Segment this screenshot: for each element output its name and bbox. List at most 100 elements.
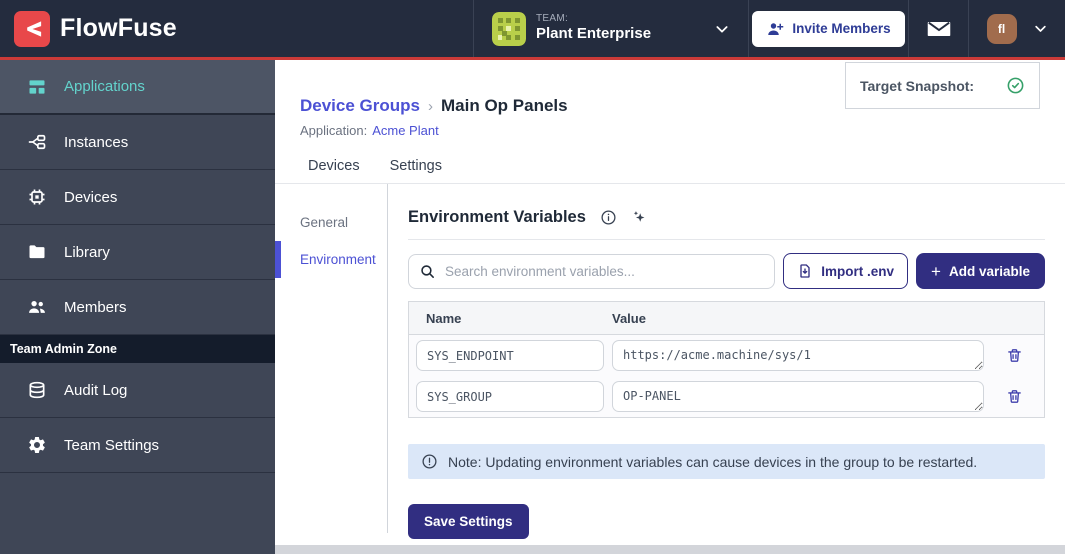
restart-note-text: Note: Updating environment variables can… <box>448 453 978 470</box>
environment-panel: Environment Variables Search environment… <box>388 184 1065 539</box>
sidebar-item-label: Applications <box>64 78 145 95</box>
restart-note-banner: Note: Updating environment variables can… <box>408 444 1045 479</box>
table-header-row: Name Value <box>409 302 1044 335</box>
brand-name: FlowFuse <box>60 14 177 42</box>
settings-subnav: General Environment <box>275 184 388 533</box>
team-label: TEAM: <box>536 12 569 24</box>
sidebar-item-instances[interactable]: Instances <box>0 115 275 170</box>
column-header-value: Value <box>612 310 646 326</box>
chevron-down-icon <box>714 21 730 37</box>
sidebar-item-devices[interactable]: Devices <box>0 170 275 225</box>
sidebar-item-applications[interactable]: Applications <box>0 60 275 115</box>
add-variable-button[interactable]: + Add variable <box>916 253 1045 289</box>
var-value-input[interactable]: https://acme.machine/sys/1 <box>612 340 984 371</box>
folder-icon <box>26 241 48 263</box>
database-icon <box>26 379 48 401</box>
table-row: https://acme.machine/sys/1 <box>409 335 1044 376</box>
section-title: Environment Variables <box>408 208 586 226</box>
team-switcher[interactable]: TEAM: Plant Enterprise <box>473 0 748 57</box>
flowfuse-logo-icon <box>14 10 50 47</box>
table-row: OP-PANEL <box>409 376 1044 417</box>
page-header: Device Groups › Main Op Panels Applicati… <box>275 60 1065 138</box>
var-name-input[interactable] <box>416 340 604 371</box>
top-header: FlowFuse TEAM: Plant Enterprise Invite M… <box>0 0 1065 60</box>
breadcrumb-device-groups-link[interactable]: Device Groups <box>300 96 420 116</box>
add-variable-label: Add variable <box>948 263 1030 279</box>
header-spacer <box>275 0 473 57</box>
exclamation-circle-icon <box>421 453 438 470</box>
team-name: Plant Enterprise <box>536 25 652 43</box>
column-header-name: Name <box>426 310 462 326</box>
search-input[interactable] <box>445 263 765 279</box>
sidebar-item-audit-log[interactable]: Audit Log <box>0 363 275 418</box>
subnav-general-label: General <box>300 215 349 230</box>
sidebar-item-label: Devices <box>64 188 118 206</box>
gear-icon <box>26 434 48 456</box>
search-icon <box>419 263 436 280</box>
subnav-item-environment[interactable]: Environment <box>275 241 387 278</box>
info-icon[interactable] <box>600 209 617 226</box>
breadcrumb-separator: › <box>428 97 433 115</box>
import-env-label: Import .env <box>821 263 895 279</box>
import-env-button[interactable]: Import .env <box>783 253 909 289</box>
target-snapshot-label: Target Snapshot: <box>860 77 975 94</box>
team-text: TEAM: Plant Enterprise <box>536 13 704 44</box>
application-line: Application: Acme Plant <box>300 123 1040 138</box>
sidebar-nav: Applications Instances Devices Library M… <box>0 60 275 554</box>
invite-section: Invite Members <box>748 0 908 57</box>
save-settings-button[interactable]: Save Settings <box>408 504 529 539</box>
trash-icon <box>1006 388 1023 405</box>
user-menu[interactable]: fl <box>968 0 1065 57</box>
team-avatar-icon <box>492 11 526 46</box>
tab-settings[interactable]: Settings <box>390 158 442 183</box>
tab-bar: Devices Settings <box>275 138 1065 184</box>
envelope-icon <box>926 16 952 42</box>
row-action-cell <box>984 347 1044 364</box>
settings-body: General Environment Environment Variable… <box>275 184 1065 539</box>
plus-icon: + <box>931 261 941 281</box>
applications-icon <box>26 76 48 98</box>
horizontal-scrollbar[interactable] <box>275 545 1065 554</box>
invite-members-button[interactable]: Invite Members <box>752 10 905 47</box>
sidebar-item-label: Team Settings <box>64 436 160 454</box>
sparkles-icon[interactable] <box>631 209 648 226</box>
chevron-down-icon <box>1033 21 1048 36</box>
notifications-button[interactable] <box>908 0 968 57</box>
env-variables-table: Name Value https://acme.machine/sys/1 <box>408 301 1045 418</box>
delete-variable-button[interactable] <box>1006 388 1023 405</box>
delete-variable-button[interactable] <box>1006 347 1023 364</box>
sidebar-item-members[interactable]: Members <box>0 280 275 335</box>
application-link[interactable]: Acme Plant <box>372 123 438 138</box>
subnav-environment-label: Environment <box>300 252 376 267</box>
invite-members-label: Invite Members <box>792 21 891 36</box>
var-name-input[interactable] <box>416 381 604 412</box>
page-title: Main Op Panels <box>441 96 568 115</box>
sidebar-item-team-settings[interactable]: Team Settings <box>0 418 275 473</box>
instances-icon <box>26 131 48 153</box>
sidebar-item-label: Audit Log <box>64 381 128 399</box>
target-snapshot-box: Target Snapshot: <box>845 62 1040 109</box>
person-plus-icon <box>766 20 784 38</box>
sidebar-item-label: Members <box>64 298 127 316</box>
sidebar-item-label: Library <box>64 243 110 261</box>
section-header: Environment Variables <box>408 208 1045 240</box>
brand-home-link[interactable]: FlowFuse <box>0 0 275 57</box>
team-admin-zone-label: Team Admin Zone <box>0 335 275 363</box>
env-toolbar: Import .env + Add variable <box>408 253 1045 289</box>
document-download-icon <box>797 263 813 279</box>
active-indicator <box>275 241 281 278</box>
trash-icon <box>1006 347 1023 364</box>
user-avatar: fl <box>986 13 1017 44</box>
application-label: Application: <box>300 123 368 138</box>
tab-devices[interactable]: Devices <box>308 158 360 183</box>
main-content: Device Groups › Main Op Panels Applicati… <box>275 60 1065 554</box>
flowfuse-app: FlowFuse TEAM: Plant Enterprise Invite M… <box>0 0 1065 554</box>
people-icon <box>26 296 48 318</box>
sidebar-item-library[interactable]: Library <box>0 225 275 280</box>
check-circle-icon <box>1006 76 1025 95</box>
subnav-item-general[interactable]: General <box>275 204 387 241</box>
var-value-input[interactable]: OP-PANEL <box>612 381 984 412</box>
row-action-cell <box>984 388 1044 405</box>
sidebar-item-label: Instances <box>64 133 129 151</box>
chip-icon <box>26 186 48 208</box>
